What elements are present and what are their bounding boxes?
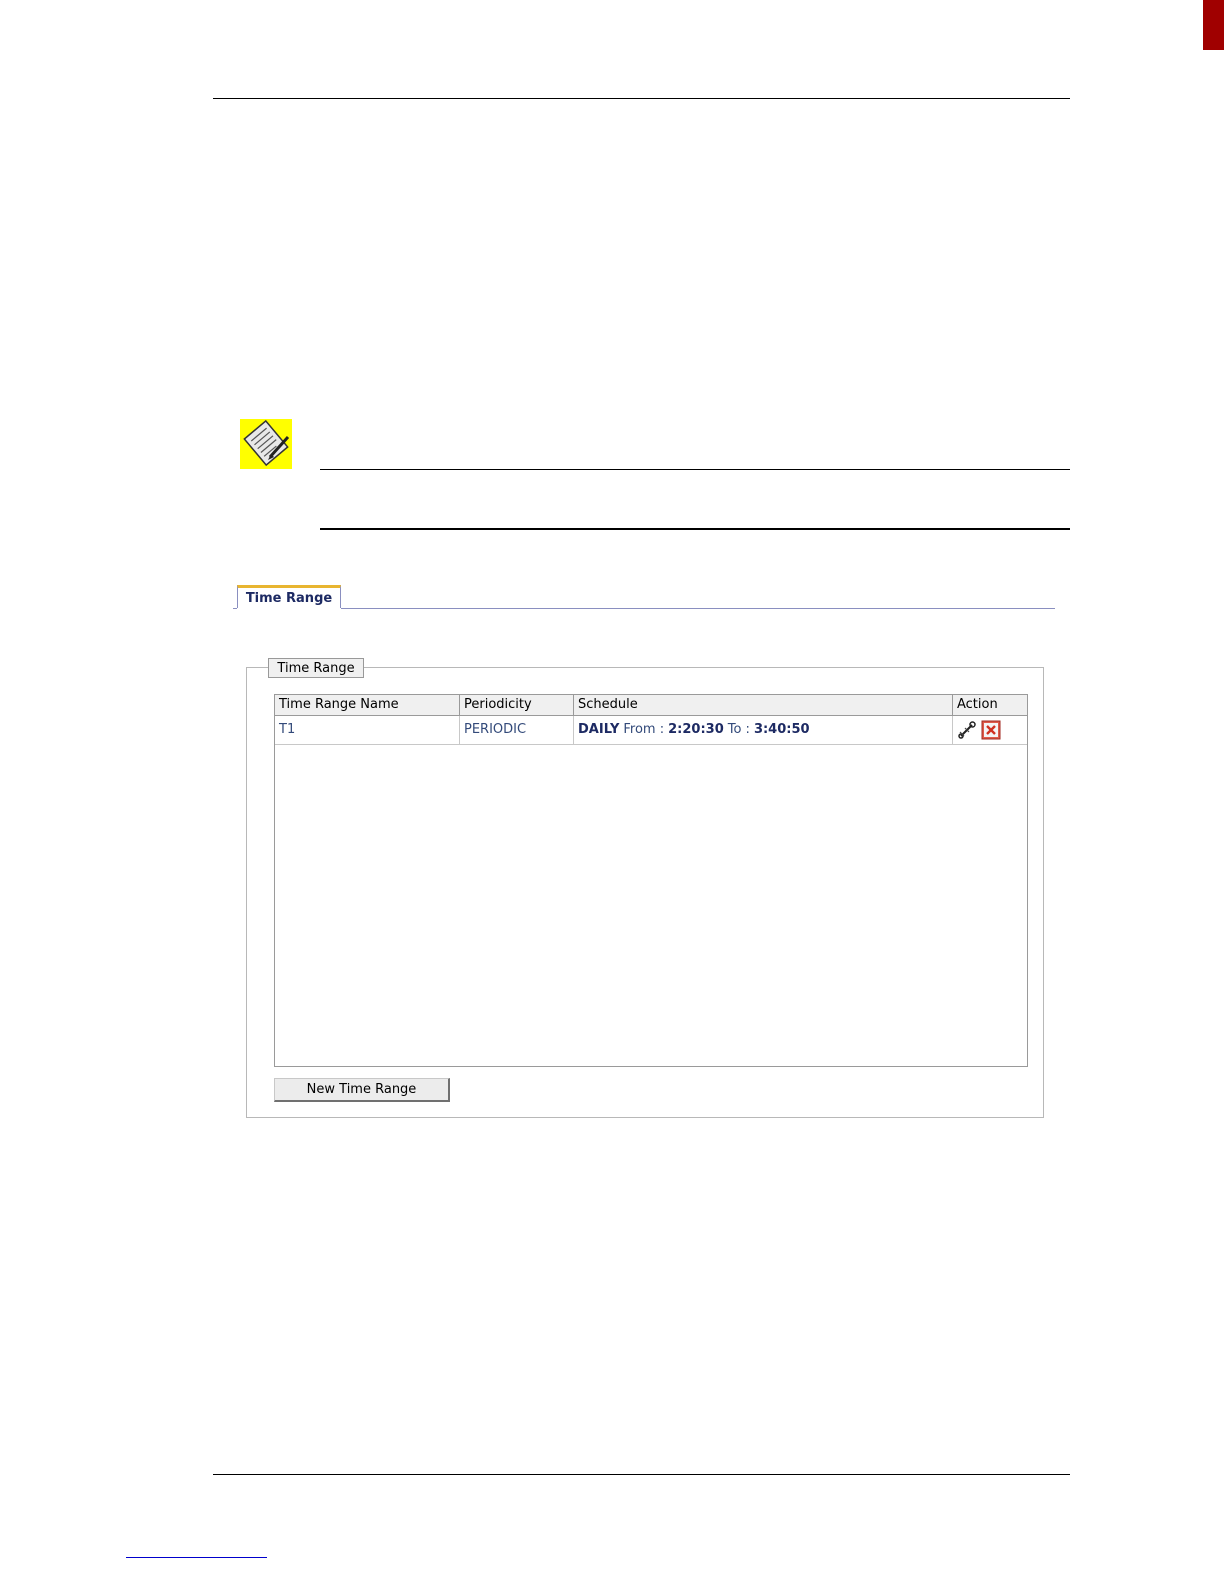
- header-rule: [213, 98, 1070, 99]
- new-time-range-button[interactable]: New Time Range: [274, 1078, 450, 1102]
- cell-action: [953, 716, 1027, 744]
- table-header: Time Range Name Periodicity Schedule Act…: [275, 695, 1027, 716]
- tab-time-range[interactable]: Time Range: [237, 585, 341, 608]
- cell-periodicity: PERIODIC: [460, 716, 574, 744]
- tab-strip-line: [341, 608, 1055, 609]
- panel-legend: Time Range: [268, 658, 364, 678]
- tab-strip-line-left: [233, 608, 237, 609]
- schedule-to-label: To :: [727, 722, 750, 737]
- column-header-action[interactable]: Action: [953, 695, 1027, 715]
- column-header-name[interactable]: Time Range Name: [275, 695, 460, 715]
- cell-schedule: DAILY From :2:20:30 To :3:40:50: [574, 716, 953, 744]
- cell-name: T1: [275, 716, 460, 744]
- footer-rule: [213, 1474, 1070, 1475]
- note-rule-bottom: [320, 528, 1070, 530]
- schedule-to-time: 3:40:50: [753, 722, 810, 737]
- schedule-from-time: 2:20:30: [668, 722, 724, 737]
- schedule-from-label: From :: [623, 722, 665, 737]
- edit-icon[interactable]: [957, 720, 977, 740]
- time-range-table: Time Range Name Periodicity Schedule Act…: [274, 694, 1028, 1067]
- page-edge-tab: [1203, 0, 1224, 50]
- tab-strip: Time Range: [233, 584, 1055, 610]
- table-row[interactable]: T1 PERIODIC DAILY From :2:20:30 To :3:40:5…: [275, 716, 1027, 745]
- column-header-periodicity[interactable]: Periodicity: [460, 695, 574, 715]
- footer-link-underline[interactable]: [126, 1557, 267, 1558]
- column-header-schedule[interactable]: Schedule: [574, 695, 953, 715]
- delete-icon[interactable]: [981, 720, 1001, 740]
- note-icon: [240, 419, 292, 469]
- note-rule-top: [320, 469, 1070, 470]
- schedule-frequency: DAILY: [578, 722, 620, 737]
